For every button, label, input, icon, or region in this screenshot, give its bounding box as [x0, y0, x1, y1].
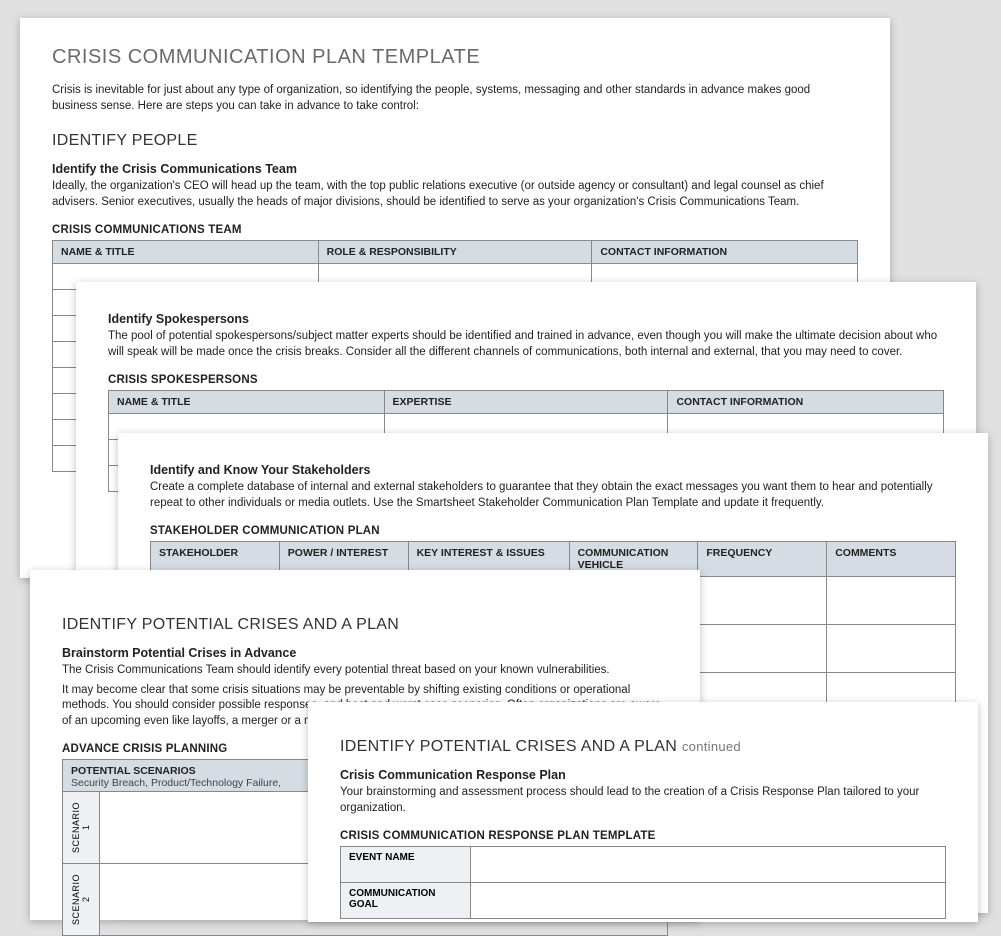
page3-sub-title: Identify and Know Your Stakeholders	[150, 463, 956, 477]
page2-sub-title: Identify Spokespersons	[108, 312, 944, 326]
table-header-row: NAME & TITLE EXPERTISE CONTACT INFORMATI…	[109, 391, 944, 414]
col-contact: CONTACT INFORMATION	[668, 391, 944, 414]
scenario-1-label: SCENARIO 1	[71, 797, 91, 858]
response-plan-table: EVENT NAME COMMUNICATION GOAL	[340, 846, 946, 919]
col-comments: COMMENTS	[827, 542, 956, 577]
page4-body1: The Crisis Communications Team should id…	[62, 663, 668, 679]
page5-body: Your brainstorming and assessment proces…	[340, 785, 946, 816]
page1-table1-title: CRISIS COMMUNICATIONS TEAM	[52, 224, 858, 236]
page1-intro: Crisis is inevitable for just about any …	[52, 83, 858, 114]
page4-sub-title: Brainstorm Potential Crises in Advance	[62, 646, 668, 660]
col-name-title: NAME & TITLE	[53, 241, 319, 264]
table-row: COMMUNICATION GOAL	[341, 883, 946, 919]
row-event-name: EVENT NAME	[341, 847, 471, 883]
doc-page-5: IDENTIFY POTENTIAL CRISES AND A PLAN con…	[308, 702, 978, 922]
col-contact: CONTACT INFORMATION	[592, 241, 858, 264]
page3-sub-body: Create a complete database of internal a…	[150, 480, 956, 511]
table-row: EVENT NAME	[341, 847, 946, 883]
row-comm-goal: COMMUNICATION GOAL	[341, 883, 471, 919]
col-name-title: NAME & TITLE	[109, 391, 385, 414]
table-header-row: NAME & TITLE ROLE & RESPONSIBILITY CONTA…	[53, 241, 858, 264]
continued-label: continued	[682, 739, 741, 754]
page2-table-title: CRISIS SPOKESPERSONS	[108, 374, 944, 386]
page1-title: CRISIS COMMUNICATION PLAN TEMPLATE	[52, 46, 858, 69]
page3-table-title: STAKEHOLDER COMMUNICATION PLAN	[150, 525, 956, 537]
page1-section-heading: IDENTIFY PEOPLE	[52, 132, 858, 150]
page4-section-heading: IDENTIFY POTENTIAL CRISES AND A PLAN	[62, 616, 668, 634]
scenario-2-label: SCENARIO 2	[71, 869, 91, 930]
page5-sec-title: IDENTIFY POTENTIAL CRISES AND A PLAN	[340, 738, 677, 755]
page2-sub-body: The pool of potential spokespersons/subj…	[108, 329, 944, 360]
col-role: ROLE & RESPONSIBILITY	[318, 241, 592, 264]
page1-sub1-body: Ideally, the organization's CEO will hea…	[52, 179, 858, 210]
page5-section-heading: IDENTIFY POTENTIAL CRISES AND A PLAN con…	[340, 738, 946, 756]
col-expertise: EXPERTISE	[384, 391, 668, 414]
col-frequency: FREQUENCY	[698, 542, 827, 577]
page5-table-title: CRISIS COMMUNICATION RESPONSE PLAN TEMPL…	[340, 830, 946, 842]
page1-sub1-title: Identify the Crisis Communications Team	[52, 162, 858, 176]
page5-sub-title: Crisis Communication Response Plan	[340, 768, 946, 782]
